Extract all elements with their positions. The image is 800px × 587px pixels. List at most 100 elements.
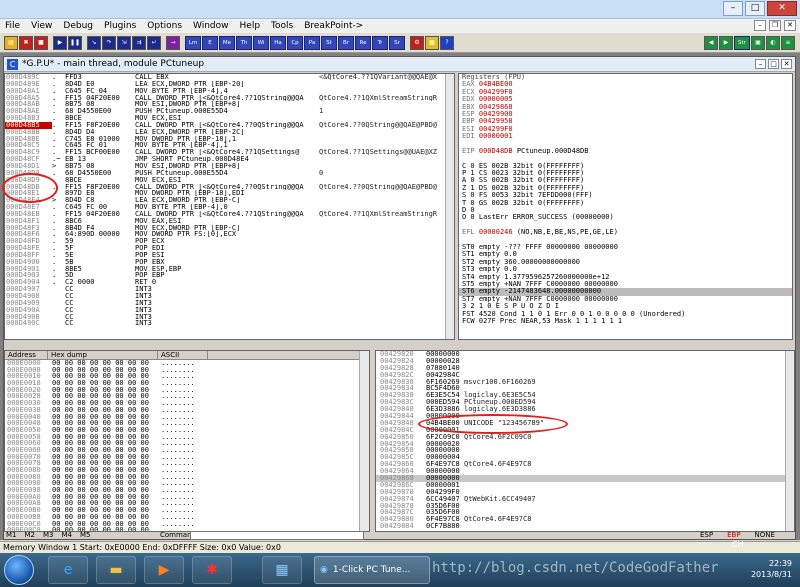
disasm-row[interactable]: 000D4900. 5B POP EBX bbox=[5, 258, 454, 266]
disasm-row[interactable]: 000D48BE. C745 E8 01000 MOV DWORD PTR [EBP… bbox=[5, 135, 454, 143]
disasm-row[interactable]: 000D4904. C2 0000 RET 0 bbox=[5, 279, 454, 286]
open-icon[interactable]: ▤ bbox=[4, 35, 18, 50]
log-window-button[interactable]: Lm bbox=[185, 35, 201, 50]
windows-button[interactable]: Wi bbox=[253, 35, 269, 50]
plugin-icon-1[interactable]: ▣ bbox=[751, 35, 765, 50]
close-button[interactable]: ✕ bbox=[767, 1, 797, 16]
disassembly-pane[interactable]: 000D489C. FFD3 CALL EBX <&QtCore4.??1QVaria… bbox=[4, 73, 455, 340]
esp-button[interactable]: ESP bbox=[700, 530, 713, 540]
hex-dump-pane[interactable]: Address Hex dump ASCII 000E0000 00 00 00 … bbox=[4, 350, 370, 532]
menu-file[interactable]: File bbox=[5, 21, 20, 31]
command-input[interactable] bbox=[190, 531, 364, 540]
disasm-row[interactable]: 000D489E. 8D4D E0 LEA ECX,DWORD PTR [EBP-2… bbox=[5, 80, 454, 88]
media-player-icon[interactable]: ▶ bbox=[144, 556, 184, 584]
disasm-row[interactable]: 000D48E1. 897D E8 MOV DWORD PTR [EBP-18],E… bbox=[5, 190, 454, 197]
header-ascii[interactable]: ASCII bbox=[158, 351, 208, 359]
disasm-row[interactable]: 000D48AE. 68 D4550E00 PUSH PCtuneup.000E55… bbox=[5, 108, 454, 115]
breakpoints-button[interactable]: Br bbox=[338, 35, 354, 50]
disasm-row[interactable]: 000D4909 CC INT3 bbox=[5, 300, 454, 307]
disasm-row[interactable]: 000D48C9. FF15 BCF00E00 CALL DWORD PTR [<&… bbox=[5, 149, 454, 156]
disasm-row[interactable]: 000D48A1. C645 FC 04 MOV BYTE PTR [EBP-4],… bbox=[5, 87, 454, 95]
fpu-row[interactable]: FCW 027F Prec NEAR,53 Mask 1 1 1 1 1 1 bbox=[459, 317, 792, 325]
none-button[interactable]: NONE bbox=[755, 530, 775, 540]
folder-task-icon[interactable]: ▦ bbox=[262, 556, 302, 584]
debugger-task-icon[interactable]: ✱ bbox=[192, 556, 232, 584]
disasm-row[interactable]: 000D48F3. 8B4D F4 MOV ECX,DWORD PTR [EBP-C… bbox=[5, 224, 454, 232]
language-indicator[interactable]: CH bbox=[732, 540, 744, 549]
run-icon[interactable]: ▶ bbox=[53, 35, 67, 50]
disasm-row[interactable]: 000D4903. 5D POP EBP bbox=[5, 272, 454, 279]
menu-breakpoint[interactable]: BreakPoint-> bbox=[304, 21, 363, 31]
call-stack-button[interactable]: St bbox=[321, 35, 337, 50]
help-icon[interactable]: ? bbox=[440, 35, 454, 50]
disasm-row[interactable]: 000D48FF. 5E POP ESI bbox=[5, 252, 454, 259]
step-over-icon[interactable]: ↷ bbox=[102, 35, 116, 50]
run-trace-button[interactable]: Tr bbox=[372, 35, 388, 50]
disasm-row[interactable]: 000D48A5. FF15 04F20E00 CALL DWORD PTR [<&… bbox=[5, 94, 454, 102]
patches-button[interactable]: Pa bbox=[304, 35, 320, 50]
plugin-icon-2[interactable]: ◐ bbox=[766, 35, 780, 50]
registers-pane[interactable]: Registers (FPU) EAX 04B4BE00 ECX 004299F0… bbox=[458, 73, 793, 340]
references-button[interactable]: Re bbox=[355, 35, 371, 50]
header-address[interactable]: Address bbox=[5, 351, 48, 359]
cpu-button[interactable]: Cp bbox=[287, 35, 303, 50]
menu-tools[interactable]: Tools bbox=[271, 21, 293, 31]
trace-into-icon[interactable]: ⇲ bbox=[117, 35, 131, 50]
disasm-row[interactable]: 000D48CF .~ EB 13 JMP SHORT PCtuneup.000D48… bbox=[5, 156, 454, 163]
menu-window[interactable]: Window bbox=[193, 21, 229, 31]
maximize-button[interactable]: □ bbox=[745, 1, 765, 16]
pause-icon[interactable]: ❚❚ bbox=[68, 35, 82, 50]
plugin-icon-3[interactable]: ≡ bbox=[781, 35, 795, 50]
disasm-row[interactable]: 000D490A CC INT3 bbox=[5, 307, 454, 314]
disasm-row[interactable]: 000D48D1 >8B75 08 MOV ESI,DWORD PTR [EBP+8… bbox=[5, 163, 454, 170]
threads-button[interactable]: Th bbox=[236, 35, 252, 50]
tab-m5[interactable]: M5 bbox=[80, 531, 91, 540]
tab-m2[interactable]: M2 bbox=[25, 531, 36, 540]
mdi-close-button[interactable]: ✕ bbox=[784, 20, 796, 31]
segment-row[interactable]: T 0 GS 002B 32bit 0(FFFFFFFF) bbox=[459, 199, 792, 207]
menu-options[interactable]: Options bbox=[147, 21, 182, 31]
hex-scrollbar[interactable] bbox=[359, 351, 369, 531]
restart-icon[interactable]: ✖ bbox=[19, 35, 33, 50]
options-icon[interactable]: ⚙ bbox=[410, 35, 424, 50]
stack-scrollbar[interactable] bbox=[785, 351, 794, 531]
tab-m4[interactable]: M4 bbox=[62, 531, 73, 540]
explorer-icon[interactable]: ▬ bbox=[96, 556, 136, 584]
ie-icon[interactable]: e bbox=[48, 556, 88, 584]
menu-plugins[interactable]: Plugins bbox=[104, 21, 136, 31]
appearance-icon[interactable]: ▦ bbox=[425, 35, 439, 50]
cpu-maximize-button[interactable]: □ bbox=[768, 59, 779, 69]
memory-button[interactable]: Me bbox=[219, 35, 235, 50]
register-row[interactable]: EDI 00000001 bbox=[459, 132, 792, 140]
clock[interactable]: 22:39 2013/8/31 bbox=[751, 558, 792, 580]
disasm-row[interactable]: 000D490C CC INT3 bbox=[5, 320, 454, 327]
disasm-row[interactable]: 000D48DB. FF15 F8F20E00 CALL DWORD PTR [<&… bbox=[5, 183, 454, 191]
disasm-row[interactable]: 000D48B3. 8BCE MOV ECX,ESI bbox=[5, 115, 454, 122]
disasm-row[interactable]: 000D48D9. 8BCE MOV ECX,ESI bbox=[5, 176, 454, 184]
disasm-row[interactable]: 000D48D4. 68 D4550E00 PUSH PCtuneup.000E55… bbox=[5, 169, 454, 177]
arrow-left-icon[interactable]: ◀ bbox=[704, 35, 718, 50]
menu-view[interactable]: View bbox=[31, 21, 52, 31]
menu-debug[interactable]: Debug bbox=[63, 21, 93, 31]
disasm-row[interactable]: 000D490B CC INT3 bbox=[5, 314, 454, 321]
minimize-button[interactable]: – bbox=[723, 1, 743, 16]
disasm-row[interactable]: 000D489C. FFD3 CALL EBX <&QtCore4.??1QVaria… bbox=[5, 74, 454, 81]
disasm-row[interactable]: 000D48E7. C645 FC 00 MOV BYTE PTR [EBP-4],… bbox=[5, 204, 454, 211]
execute-till-return-icon[interactable]: ↵ bbox=[147, 35, 161, 50]
stack-pane[interactable]: 00429820 00000000 00429824 00000028 00429828… bbox=[375, 350, 795, 532]
mdi-restore-button[interactable]: ❐ bbox=[769, 20, 781, 31]
disasm-row[interactable]: 000D48BB. 8D4D D4 LEA ECX,DWORD PTR [EBP-2… bbox=[5, 128, 454, 136]
ebp-button[interactable]: EBP bbox=[727, 530, 740, 540]
goto-icon[interactable]: → bbox=[166, 35, 180, 50]
strings-button[interactable]: Str bbox=[734, 35, 750, 50]
close-debug-icon[interactable]: ■ bbox=[34, 35, 48, 50]
cpu-minimize-button[interactable]: – bbox=[755, 59, 766, 69]
disasm-row[interactable]: 000D4901. 8BE5 MOV ESP,EBP bbox=[5, 265, 454, 273]
disasm-row[interactable]: 000D48FD. 59 POP ECX bbox=[5, 238, 454, 245]
step-into-icon[interactable]: ↘ bbox=[87, 35, 101, 50]
executables-button[interactable]: E bbox=[202, 35, 218, 50]
tab-m3[interactable]: M3 bbox=[43, 531, 54, 540]
disassembly-scrollbar[interactable] bbox=[445, 74, 454, 339]
eip-row[interactable]: EIP 000D48DB PCtuneup.000D48DB bbox=[459, 147, 792, 155]
disasm-row[interactable]: 000D48B5. FF15 F8F20E00 CALL DWORD PTR [<&… bbox=[5, 121, 454, 129]
